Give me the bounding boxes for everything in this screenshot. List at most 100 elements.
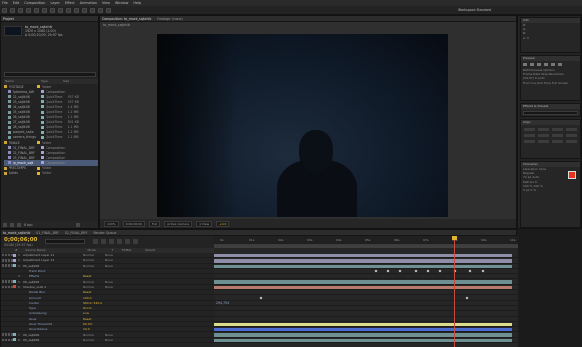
- blend-mode-select[interactable]: Normal: [83, 253, 105, 257]
- layer-name[interactable]: 06_sajtk06: [23, 280, 83, 284]
- layer-name[interactable]: Glow Radius: [23, 327, 83, 331]
- blend-mode-select[interactable]: Normal: [83, 258, 105, 262]
- layer-label-swatch[interactable]: [13, 253, 16, 257]
- solo-icon[interactable]: [8, 280, 10, 283]
- layer-duration-bar[interactable]: [214, 259, 512, 263]
- layer-duration-bar[interactable]: [214, 264, 512, 268]
- eye-icon[interactable]: [2, 264, 4, 267]
- current-time-display[interactable]: 0;00;06;00: [122, 220, 145, 227]
- layer-duration-bar[interactable]: [214, 338, 512, 343]
- text-tool-icon[interactable]: [66, 7, 71, 13]
- label-color-swatch[interactable]: [40, 146, 44, 150]
- layer-row[interactable]: 8 05_sajtk06 Normal None: [1, 338, 214, 344]
- blend-mode-select[interactable]: Normal: [83, 264, 105, 268]
- layer-duration-bar[interactable]: [214, 285, 512, 290]
- keyframe-icon[interactable]: [468, 269, 472, 273]
- tab-composition[interactable]: Composition: to_mock_sajtchik: [102, 17, 151, 21]
- effects-presets-title[interactable]: Effects & Presets: [521, 104, 580, 109]
- audio-icon[interactable]: [5, 285, 7, 289]
- blend-mode-select[interactable]: Normal: [83, 338, 105, 342]
- audio-icon[interactable]: [5, 333, 7, 336]
- zoom-tool-icon[interactable]: [18, 7, 23, 13]
- shy-layers-icon[interactable]: [109, 239, 114, 244]
- keyframe-icon[interactable]: [426, 269, 430, 273]
- bpc-button[interactable]: 8 bpc: [24, 223, 33, 227]
- playhead-handle[interactable]: [452, 236, 458, 240]
- roto-brush-tool-icon[interactable]: [98, 7, 103, 13]
- layer-name[interactable]: Track Point: [23, 269, 83, 273]
- align-right-icon[interactable]: [552, 128, 563, 131]
- eye-icon[interactable]: [2, 280, 4, 283]
- layer-duration-bar[interactable]: [214, 322, 512, 327]
- layer-label-swatch[interactable]: [13, 280, 16, 284]
- preview-options-flags[interactable]: From Current Time Full Screen: [521, 81, 580, 85]
- clone-stamp-tool-icon[interactable]: [82, 7, 87, 13]
- interpret-footage-icon[interactable]: [3, 222, 7, 227]
- keyframe-icon[interactable]: [414, 269, 418, 273]
- property-value[interactable]: 100.0: [83, 296, 92, 300]
- align-vcenter-icon[interactable]: [524, 134, 535, 137]
- layer-label-swatch[interactable]: [13, 291, 16, 294]
- layer-name[interactable]: Effects: [23, 274, 83, 278]
- layer-label-swatch[interactable]: [13, 264, 16, 268]
- eye-icon[interactable]: [2, 333, 4, 336]
- layer-label-swatch[interactable]: [13, 312, 16, 315]
- layer-name[interactable]: 05_sajtk06: [23, 338, 83, 342]
- comp-breadcrumb[interactable]: to_mock_sajtchik: [103, 23, 130, 27]
- parent-select[interactable]: None: [105, 333, 125, 337]
- effects-search-input[interactable]: [523, 111, 578, 115]
- workspace-selector[interactable]: Workspace Standard: [458, 8, 491, 12]
- play-icon[interactable]: [537, 63, 541, 66]
- layer-name[interactable]: Radial Blur: [23, 290, 83, 294]
- blend-mode-select[interactable]: Normal: [83, 333, 105, 337]
- label-color-swatch[interactable]: [40, 90, 44, 94]
- menu-item-edit[interactable]: Edit: [13, 1, 20, 5]
- layer-name[interactable]: Glow Threshold: [23, 322, 83, 326]
- label-color-swatch[interactable]: [40, 120, 44, 124]
- distribute-vcenter-icon[interactable]: [566, 134, 577, 137]
- rectangle-tool-icon[interactable]: [50, 7, 55, 13]
- label-color-swatch[interactable]: [40, 105, 44, 109]
- last-frame-icon[interactable]: [551, 63, 555, 66]
- keyframe-icon[interactable]: [374, 269, 378, 273]
- label-color-swatch[interactable]: [40, 130, 44, 134]
- camera-select[interactable]: Active Camera: [164, 220, 193, 227]
- layer-name[interactable]: 06_sajtk06: [23, 333, 83, 337]
- layer-label-swatch[interactable]: [13, 307, 16, 310]
- distribute-bottom-icon[interactable]: [524, 140, 535, 143]
- keyframe-icon[interactable]: [465, 296, 469, 300]
- layer-name[interactable]: Adjustment Layer 11: [23, 253, 83, 257]
- solo-icon[interactable]: [8, 338, 10, 342]
- property-value[interactable]: 60.0%: [83, 322, 93, 326]
- layer-name[interactable]: Shadow_solid 2: [23, 285, 83, 289]
- fill-color-swatch[interactable]: [568, 171, 576, 179]
- distribute-hcenter-icon[interactable]: [552, 140, 563, 143]
- brush-tool-icon[interactable]: [74, 7, 79, 13]
- work-area-bar[interactable]: [214, 245, 518, 248]
- blend-mode-select[interactable]: Normal: [83, 280, 105, 284]
- distribute-right-icon[interactable]: [566, 140, 577, 143]
- menu-item-file[interactable]: File: [2, 1, 8, 5]
- next-frame-icon[interactable]: [544, 63, 548, 66]
- layer-label-swatch[interactable]: [13, 296, 16, 299]
- layer-duration-bar[interactable]: [214, 280, 512, 284]
- layer-duration-bar[interactable]: [214, 328, 512, 332]
- eraser-tool-icon[interactable]: [90, 7, 95, 13]
- tab-timeline-final2[interactable]: 02_FINAL_BRF: [65, 231, 88, 235]
- label-color-swatch[interactable]: [40, 110, 44, 114]
- solo-icon[interactable]: [8, 285, 10, 289]
- layer-duration-bar[interactable]: [214, 333, 512, 337]
- frame-blending-icon[interactable]: [117, 239, 122, 244]
- menu-item-effect[interactable]: Effect: [65, 1, 75, 5]
- magnification-select[interactable]: 100%: [104, 220, 119, 227]
- hand-tool-icon[interactable]: [10, 7, 15, 13]
- audio-icon[interactable]: [5, 338, 7, 342]
- parent-select[interactable]: None: [105, 264, 125, 268]
- layer-name[interactable]: Amount: [23, 296, 83, 300]
- puppet-tool-icon[interactable]: [106, 7, 111, 13]
- align-top-icon[interactable]: [566, 128, 577, 131]
- solo-icon[interactable]: [8, 264, 10, 267]
- align-hcenter-icon[interactable]: [538, 128, 549, 131]
- property-value[interactable]: 10.0: [83, 327, 90, 331]
- project-search-input[interactable]: [4, 72, 96, 77]
